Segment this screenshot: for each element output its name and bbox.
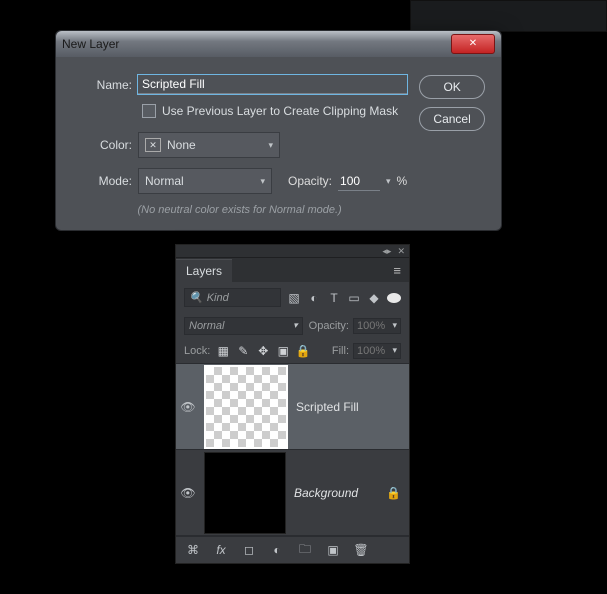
layer-row[interactable]: 👁 Scripted Fill xyxy=(176,364,409,450)
lock-pixels-icon[interactable]: ▦ xyxy=(216,344,230,358)
layer-name[interactable]: Scripted Fill xyxy=(296,400,401,414)
panel-menu-icon[interactable]: ≡ xyxy=(385,263,409,278)
name-label: Name: xyxy=(72,78,132,92)
visibility-toggle-icon[interactable]: 👁 xyxy=(180,486,196,500)
filter-toggle-icon[interactable] xyxy=(387,293,401,303)
ok-button[interactable]: OK xyxy=(419,75,485,99)
clipping-mask-checkbox-row[interactable]: Use Previous Layer to Create Clipping Ma… xyxy=(142,104,407,118)
link-layers-icon[interactable]: ⌘ xyxy=(186,543,200,557)
color-value: None xyxy=(167,138,196,152)
lock-label: Lock: xyxy=(184,345,210,357)
name-input[interactable] xyxy=(138,75,407,94)
collapse-icon[interactable]: ◂▸ xyxy=(382,246,391,257)
color-label: Color: xyxy=(72,138,132,152)
group-icon[interactable]: 🗀 xyxy=(298,540,312,561)
panel-close-icon[interactable]: ✕ xyxy=(397,246,405,257)
layer-filter-kind[interactable]: 🔍 Kind xyxy=(184,288,281,307)
filter-shape-icon[interactable]: ▭ xyxy=(347,291,361,305)
layers-panel: ◂▸ ✕ Layers ≡ 🔍 Kind ▧ ◐ T ▭ ◆ Normal ▾ … xyxy=(175,244,410,564)
blend-mode-value: Normal xyxy=(189,320,224,332)
dialog-body: Name: Use Previous Layer to Create Clipp… xyxy=(56,57,501,230)
filter-adjust-icon[interactable]: ◐ xyxy=(307,291,321,305)
layer-row[interactable]: 👁 Background 🔒 xyxy=(176,450,409,536)
tab-layers[interactable]: Layers xyxy=(176,259,232,282)
lock-brush-icon[interactable]: ✎ xyxy=(236,344,250,358)
mode-label: Mode: xyxy=(72,174,132,188)
trash-icon[interactable]: 🗑 xyxy=(354,543,368,557)
panel-opacity-input[interactable]: 100% ▾ xyxy=(353,318,401,334)
search-icon: 🔍 xyxy=(189,291,203,304)
lock-all-icon[interactable]: 🔒 xyxy=(296,344,310,358)
filter-image-icon[interactable]: ▧ xyxy=(287,291,301,305)
layer-list: 👁 Scripted Fill 👁 Background 🔒 xyxy=(176,363,409,537)
fill-label: Fill: xyxy=(332,345,349,357)
lock-icon: 🔒 xyxy=(386,486,401,500)
lock-position-icon[interactable]: ✥ xyxy=(256,344,270,358)
mode-select[interactable]: Normal ▾ xyxy=(138,168,272,194)
background-window-snippet xyxy=(410,0,607,32)
clipping-mask-label: Use Previous Layer to Create Clipping Ma… xyxy=(162,104,398,118)
opacity-label: Opacity: xyxy=(288,174,332,188)
fx-icon[interactable]: fx xyxy=(214,543,228,557)
neutral-color-hint: (No neutral color exists for Normal mode… xyxy=(72,204,407,216)
layer-thumbnail[interactable] xyxy=(204,365,288,449)
adjustment-layer-icon[interactable]: ◐ xyxy=(270,543,284,557)
opacity-input[interactable]: 100 xyxy=(338,172,380,191)
chevron-down-icon: ▾ xyxy=(293,320,298,332)
mask-icon[interactable]: ◻ xyxy=(242,543,256,557)
dialog-titlebar[interactable]: New Layer ✕ xyxy=(56,31,501,57)
color-select[interactable]: ✕ None ▾ xyxy=(138,132,280,158)
visibility-toggle-icon[interactable]: 👁 xyxy=(180,400,196,414)
chevron-down-icon[interactable]: ▾ xyxy=(386,176,391,187)
fill-input[interactable]: 100% ▾ xyxy=(353,343,401,359)
chevron-down-icon: ▾ xyxy=(260,176,265,187)
layer-name[interactable]: Background xyxy=(294,486,378,500)
blend-mode-select[interactable]: Normal ▾ xyxy=(184,317,303,335)
panel-opacity-label: Opacity: xyxy=(309,320,349,332)
filter-smart-icon[interactable]: ◆ xyxy=(367,291,381,305)
chevron-down-icon: ▾ xyxy=(268,140,273,151)
filter-type-icon[interactable]: T xyxy=(327,291,341,305)
cancel-button[interactable]: Cancel xyxy=(419,107,485,131)
new-layer-dialog: New Layer ✕ Name: Use Previous Layer to … xyxy=(55,30,502,231)
dialog-title: New Layer xyxy=(62,37,119,51)
kind-placeholder: Kind xyxy=(207,292,229,304)
chevron-down-icon: ▾ xyxy=(392,345,397,357)
panel-top-controls: ◂▸ ✕ xyxy=(176,245,409,258)
close-icon: ✕ xyxy=(469,39,477,49)
opacity-suffix: % xyxy=(397,174,408,188)
new-layer-icon[interactable]: ▣ xyxy=(326,543,340,557)
layer-thumbnail[interactable] xyxy=(204,452,286,534)
filter-icons: ▧ ◐ T ▭ ◆ xyxy=(287,291,401,305)
checkbox-icon[interactable] xyxy=(142,104,156,118)
panel-bottom-toolbar: ⌘ fx ◻ ◐ 🗀 ▣ 🗑 xyxy=(176,537,409,563)
lock-artboard-icon[interactable]: ▣ xyxy=(276,344,290,358)
mode-value: Normal xyxy=(145,174,184,188)
none-swatch-icon: ✕ xyxy=(145,138,161,152)
chevron-down-icon: ▾ xyxy=(392,320,397,332)
close-button[interactable]: ✕ xyxy=(451,34,495,54)
